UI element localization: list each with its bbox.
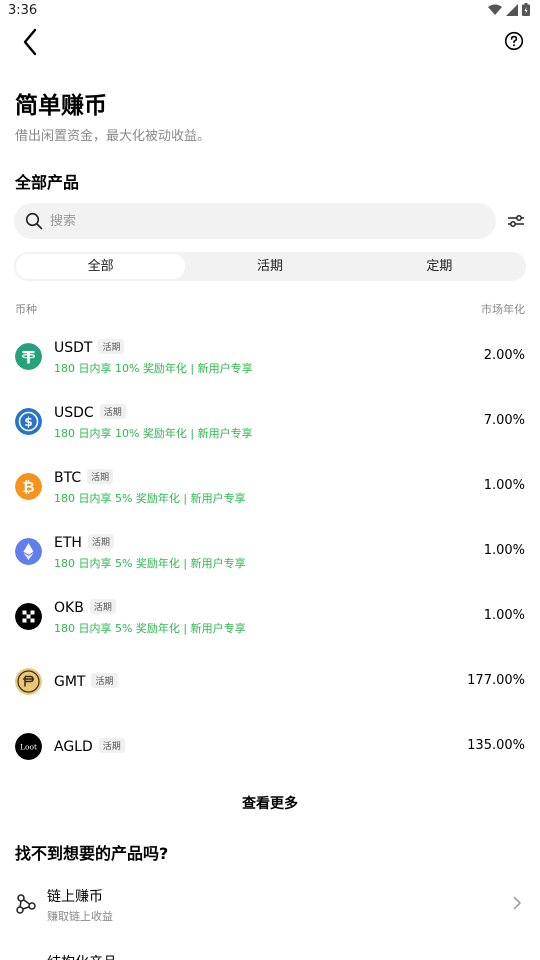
search-icon — [25, 212, 43, 230]
promo-text: 180 日内享 5% 奖励年化 | 新用户专享 — [54, 622, 246, 635]
promo-text: 180 日内享 5% 奖励年化 | 新用户专享 — [54, 557, 246, 570]
page-title: 简单赚币 — [15, 93, 107, 119]
link-subtitle: 赚取链上收益 — [47, 910, 113, 923]
gmt-icon — [15, 668, 42, 695]
svg-text:Loot: Loot — [20, 743, 37, 752]
product-row-usdc[interactable]: $ USDC 活期 180 日内享 10% 奖励年化 | 新用户专享 7.00% — [0, 388, 540, 453]
apr-value: 7.00% — [483, 413, 525, 428]
battery-icon — [522, 3, 530, 16]
usdc-icon: $ — [15, 408, 42, 435]
sliders-icon — [508, 215, 524, 227]
coin-name: BTC 活期 — [54, 469, 114, 486]
promo-text: 180 日内享 5% 奖励年化 | 新用户专享 — [54, 492, 246, 505]
flexible-badge: 活期 — [91, 673, 118, 688]
promo-text: 180 日内享 10% 奖励年化 | 新用户专享 — [54, 362, 253, 375]
apr-value: 1.00% — [483, 543, 525, 558]
coin-name: OKB 活期 — [54, 599, 116, 616]
product-row-btc[interactable]: ₿ BTC 活期 180 日内享 5% 奖励年化 | 新用户专享 1.00% — [0, 453, 540, 518]
flexible-badge: 活期 — [98, 339, 125, 354]
flexible-badge: 活期 — [87, 469, 114, 484]
coin-name: GMT 活期 — [54, 673, 118, 690]
section-title: 全部产品 — [15, 173, 80, 192]
promo-text: 180 日内享 10% 奖励年化 | 新用户专享 — [54, 427, 253, 440]
nodes-icon — [16, 894, 36, 914]
column-header-rate: 市场年化 — [481, 303, 525, 316]
back-button[interactable] — [14, 24, 46, 60]
see-more-button[interactable]: 查看更多 — [0, 793, 540, 813]
chevron-right-icon — [513, 896, 522, 910]
search-input[interactable] — [50, 203, 480, 239]
eth-icon — [15, 538, 42, 565]
tab-flexible[interactable]: 活期 — [185, 254, 354, 279]
flexible-badge: 活期 — [98, 738, 125, 753]
product-row-usdt[interactable]: USDT 活期 180 日内享 10% 奖励年化 | 新用户专享 2.00% — [0, 323, 540, 388]
filter-button[interactable] — [505, 210, 527, 232]
apr-value: 1.00% — [483, 608, 525, 623]
apr-value: 135.00% — [467, 738, 525, 753]
apr-value: 2.00% — [483, 348, 525, 363]
coin-name: AGLD 活期 — [54, 738, 125, 755]
loot-icon: Loot — [15, 733, 42, 760]
link-title: 链上赚币 — [47, 889, 103, 905]
product-list: USDT 活期 180 日内享 10% 奖励年化 | 新用户专享 2.00% $ … — [0, 323, 540, 778]
status-time: 3:36 — [8, 3, 38, 18]
status-bar: 3:36 — [0, 0, 540, 22]
status-icons — [488, 3, 530, 16]
okb-icon — [15, 603, 42, 630]
coin-name: USDT 活期 — [54, 339, 125, 356]
product-row-gmt[interactable]: GMT 活期 177.00% — [0, 648, 540, 713]
svg-text:₿: ₿ — [22, 478, 34, 496]
coin-name: USDC 活期 — [54, 404, 126, 421]
cant-find-heading: 找不到想要的产品吗? — [15, 844, 169, 863]
product-type-tabs: 全部 活期 定期 — [14, 252, 526, 281]
svg-text:$: $ — [24, 415, 32, 429]
apr-value: 1.00% — [483, 478, 525, 493]
tab-fixed[interactable]: 定期 — [355, 254, 524, 279]
btc-icon: ₿ — [15, 473, 42, 500]
wifi-icon — [488, 4, 502, 15]
top-bar — [0, 22, 540, 62]
onchain-earn-link[interactable]: 链上赚币 赚取链上收益 — [0, 878, 540, 932]
column-header-coin: 币种 — [15, 303, 37, 316]
flexible-badge: 活期 — [99, 404, 126, 419]
structured-products-link[interactable]: 结构化产品 — [47, 952, 117, 960]
product-row-agld[interactable]: Loot AGLD 活期 135.00% — [0, 713, 540, 778]
flexible-badge: 活期 — [89, 599, 116, 614]
signal-icon — [506, 3, 518, 16]
apr-value: 177.00% — [467, 673, 525, 688]
product-row-eth[interactable]: ETH 活期 180 日内享 5% 奖励年化 | 新用户专享 1.00% — [0, 518, 540, 583]
product-row-okb[interactable]: OKB 活期 180 日内享 5% 奖励年化 | 新用户专享 1.00% — [0, 583, 540, 648]
help-button[interactable] — [504, 31, 524, 51]
coin-name: ETH 活期 — [54, 534, 114, 551]
chevron-left-icon — [23, 28, 37, 56]
search-box[interactable] — [14, 203, 496, 239]
tab-all[interactable]: 全部 — [16, 254, 186, 279]
usdt-icon — [15, 343, 42, 370]
flexible-badge: 活期 — [87, 534, 114, 549]
page-subtitle: 借出闲置资金，最大化被动收益。 — [15, 129, 211, 144]
question-circle-icon — [504, 31, 524, 51]
